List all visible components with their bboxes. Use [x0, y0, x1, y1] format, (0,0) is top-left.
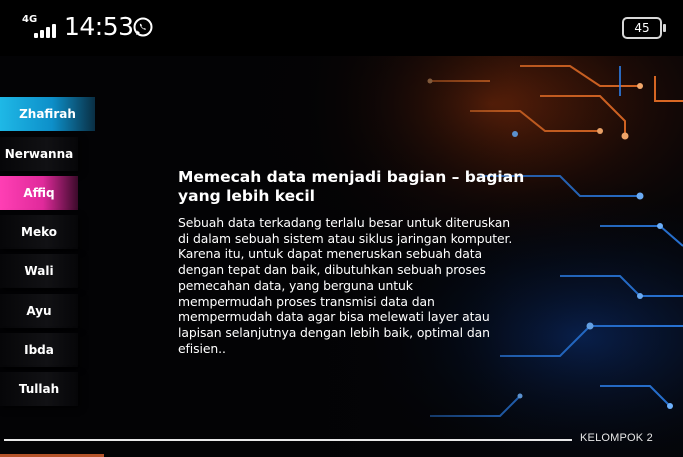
member-name: Wali	[24, 264, 54, 278]
member-name: Nerwanna	[4, 147, 74, 161]
status-bar: 4G 14:53 45	[0, 0, 683, 56]
heading-line: Memecah data menjadi bagian – bagian	[178, 168, 525, 186]
body-line: dengan tepat dan baik, dibutuhkan sebuah…	[178, 262, 486, 278]
network-indicator: 4G	[22, 14, 58, 40]
body-line: mempermudah proses transmisi data dan	[178, 293, 435, 309]
body-line: mempermudah data agar bisa melewati laye…	[178, 309, 490, 325]
footer-divider	[4, 439, 572, 441]
member-item[interactable]: Tullah	[0, 372, 78, 406]
member-name: Ayu	[26, 304, 52, 318]
body-line: di dalam sebuah sistem atau siklus jarin…	[178, 230, 513, 246]
member-name: Ibda	[24, 343, 54, 357]
member-name: Meko	[21, 225, 57, 239]
whatsapp-icon	[133, 17, 153, 37]
presentation-slide: Zhafirah Nerwanna Affiq Meko Wali Ayu Ib…	[0, 56, 683, 457]
member-name: Tullah	[18, 382, 60, 396]
member-item[interactable]: Nerwanna	[0, 137, 78, 171]
signal-icon	[34, 24, 58, 38]
member-item[interactable]: Ayu	[0, 294, 78, 328]
member-item[interactable]: Meko	[0, 215, 78, 249]
slide-body: Sebuah data terkadang terlalu besar untu…	[178, 215, 598, 356]
member-item[interactable]: Affiq	[0, 176, 78, 210]
member-list: Zhafirah Nerwanna Affiq Meko Wali Ayu Ib…	[0, 56, 110, 457]
member-item[interactable]: Ibda	[0, 333, 78, 367]
heading-line: yang lebih kecil	[178, 187, 315, 205]
body-line: Sebuah data terkadang terlalu besar untu…	[178, 215, 511, 230]
body-line: efisien..	[178, 340, 226, 356]
battery-icon: 45	[622, 17, 666, 39]
battery-level: 45	[634, 21, 650, 35]
member-item[interactable]: Zhafirah	[0, 97, 95, 131]
status-time: 14:53	[64, 12, 134, 41]
member-name: Zhafirah	[19, 107, 76, 121]
member-name: Affiq	[23, 186, 55, 200]
body-line: lapisan selanjutnya dengan lebih baik, o…	[178, 324, 490, 340]
body-line: Karena itu, untuk dapat meneruskan sebua…	[178, 246, 483, 262]
body-line: pemecahan data, yang berguna untuk	[178, 277, 413, 293]
slide-heading: Memecah data menjadi bagian – bagian yan…	[178, 168, 578, 206]
member-item[interactable]: Wali	[0, 254, 78, 288]
footer-label: KELOMPOK 2	[580, 432, 653, 444]
